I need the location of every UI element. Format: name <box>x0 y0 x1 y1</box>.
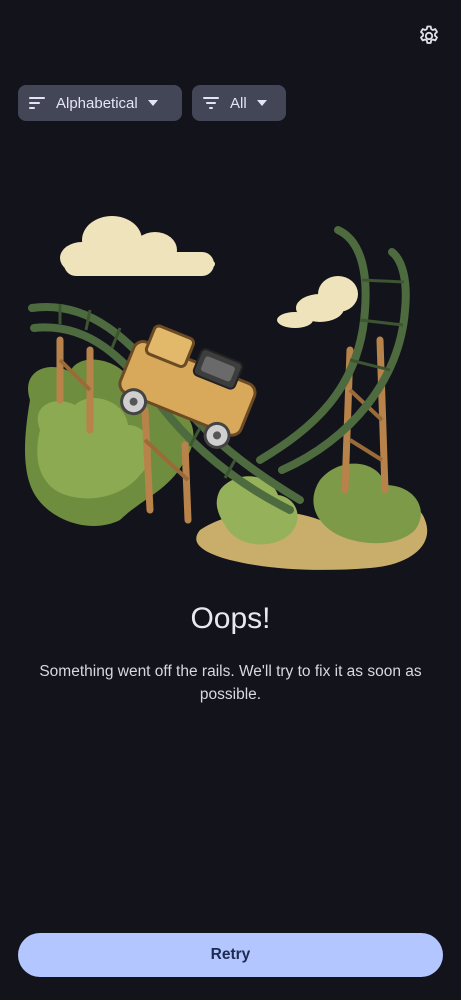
error-message: Something went off the rails. We'll try … <box>39 663 422 703</box>
retry-button[interactable]: Retry <box>18 933 443 977</box>
filter-bar: Alphabetical All <box>18 85 286 121</box>
filter-chip-label: All <box>230 94 247 112</box>
filter-lines-icon <box>202 93 222 113</box>
sort-chip-label: Alphabetical <box>56 94 138 112</box>
dropdown-arrow-icon <box>147 97 160 109</box>
gear-icon <box>420 25 438 44</box>
sort-chip[interactable]: Alphabetical <box>18 85 182 121</box>
sort-lines-icon <box>28 93 48 113</box>
error-title: Oops! <box>190 602 271 635</box>
broken-roller-coaster-illustration <box>25 216 428 570</box>
settings-button[interactable] <box>413 20 445 52</box>
dropdown-arrow-icon <box>256 97 269 109</box>
filter-chip[interactable]: All <box>192 85 286 121</box>
